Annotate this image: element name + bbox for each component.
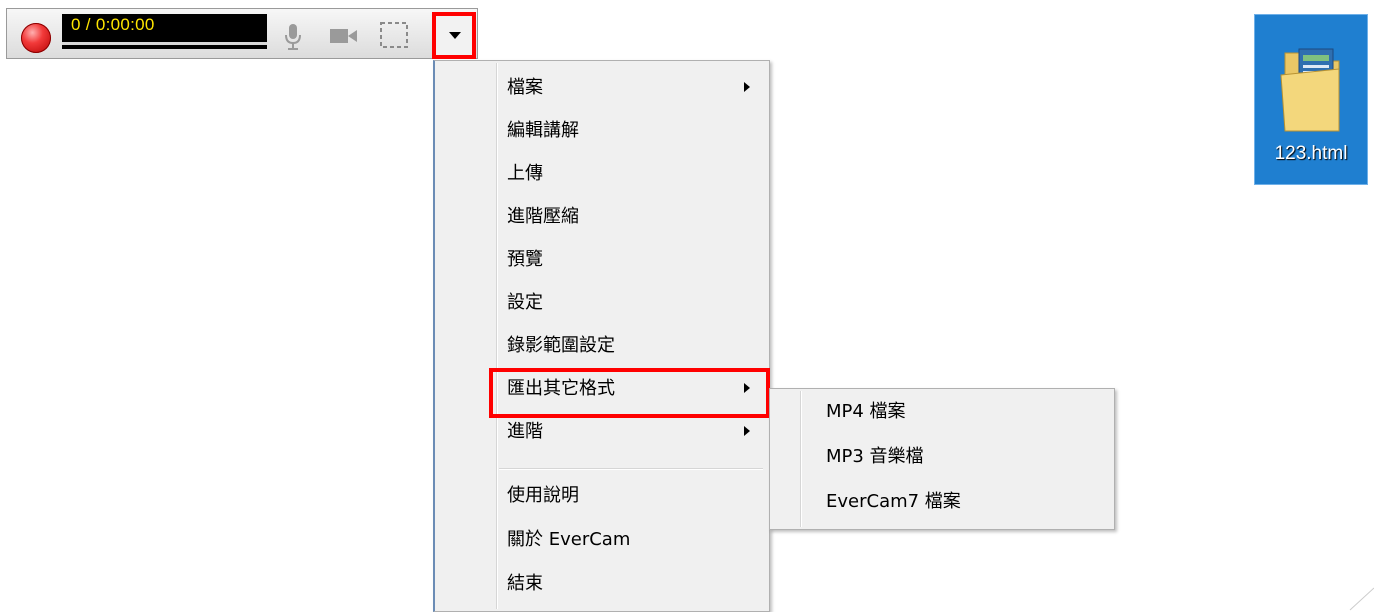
corner-line bbox=[1349, 587, 1374, 611]
